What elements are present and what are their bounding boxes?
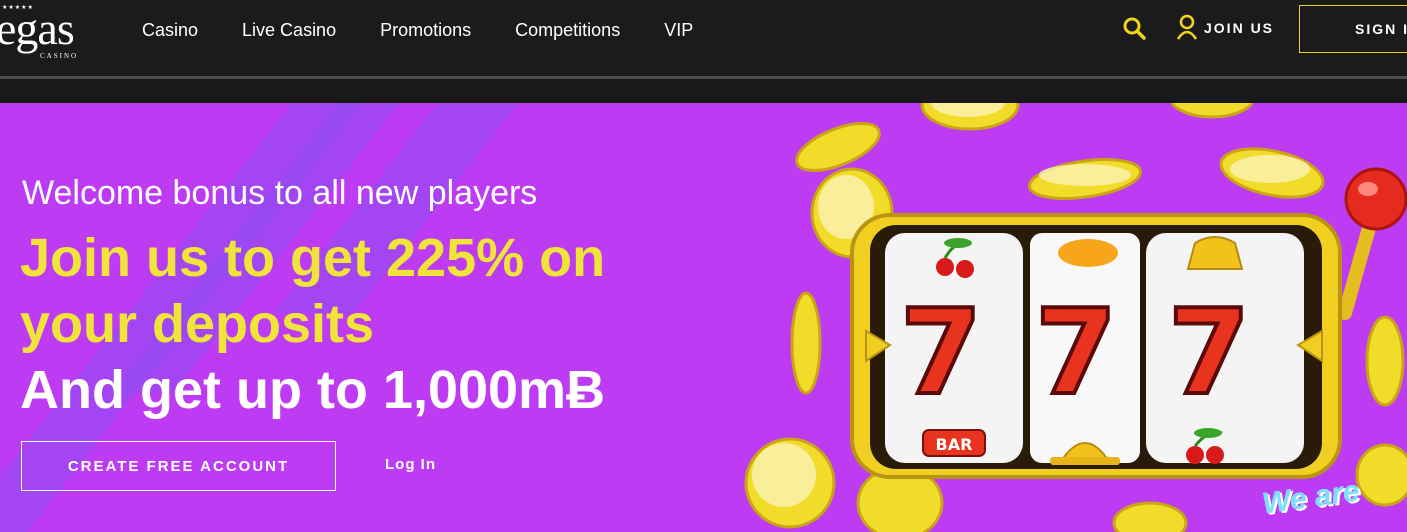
- bonus-headline: Join us to get 225% on your deposits: [20, 228, 606, 354]
- seven-icon: 7: [900, 283, 982, 421]
- sign-in-button[interactable]: SIGN I: [1299, 5, 1407, 53]
- create-account-label: CREATE FREE ACCOUNT: [67, 457, 290, 475]
- site-header: ★★★★★ egas CASINO Casino Live Casino Pro…: [0, 0, 1407, 78]
- create-account-button[interactable]: CREATE FREE ACCOUNT: [21, 441, 336, 491]
- nav-live-casino[interactable]: Live Casino: [242, 18, 336, 42]
- join-us-button[interactable]: JOIN US: [1176, 14, 1274, 42]
- nav-casino[interactable]: Casino: [142, 18, 198, 42]
- coin-icon: [1365, 315, 1405, 407]
- header-band: [0, 79, 1407, 103]
- search-icon[interactable]: [1122, 16, 1148, 42]
- sign-in-label: SIGN I: [1355, 21, 1407, 37]
- seven-icon: 7: [1035, 283, 1117, 421]
- bonus-subheadline: And get up to 1,000mɃ: [20, 360, 606, 420]
- orange-icon: [1058, 239, 1118, 267]
- coin-icon: [1170, 103, 1254, 119]
- hero-banner: 7 7 7 BAR Welcome bonus to all new playe…: [0, 103, 1407, 532]
- coin-icon: [1355, 443, 1407, 507]
- seven-icon: 7: [1168, 283, 1250, 421]
- main-nav: Casino Live Casino Promotions Competitio…: [142, 18, 737, 42]
- bell-icon: [1186, 236, 1244, 270]
- logo-subtitle: CASINO: [40, 52, 79, 60]
- welcome-text: Welcome bonus to all new players: [22, 174, 538, 212]
- login-link[interactable]: Log In: [385, 456, 436, 473]
- logo-text: egas: [0, 3, 75, 54]
- coin-icon: [790, 291, 822, 395]
- nav-vip[interactable]: VIP: [664, 18, 693, 42]
- nav-competitions[interactable]: Competitions: [515, 18, 620, 42]
- casino-logo[interactable]: ★★★★★ egas CASINO: [0, 4, 88, 62]
- user-icon: [1176, 13, 1198, 44]
- bar-label: BAR: [936, 435, 973, 454]
- coin-icon: [1112, 501, 1188, 532]
- join-us-label: JOIN US: [1204, 20, 1275, 36]
- nav-promotions[interactable]: Promotions: [380, 18, 471, 42]
